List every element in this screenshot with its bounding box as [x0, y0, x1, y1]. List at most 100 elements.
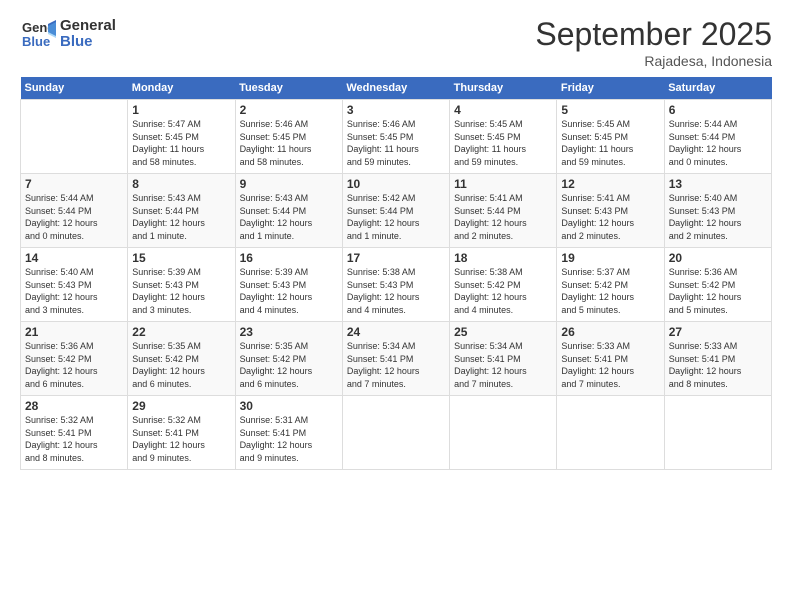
calendar-cell: [664, 396, 771, 470]
day-number: 11: [454, 177, 552, 191]
day-info: Sunrise: 5:46 AM Sunset: 5:45 PM Dayligh…: [240, 118, 338, 168]
week-row-4: 21Sunrise: 5:36 AM Sunset: 5:42 PM Dayli…: [21, 322, 772, 396]
col-header-monday: Monday: [128, 77, 235, 100]
day-info: Sunrise: 5:44 AM Sunset: 5:44 PM Dayligh…: [25, 192, 123, 242]
day-number: 17: [347, 251, 445, 265]
day-number: 19: [561, 251, 659, 265]
logo-line1: General: [60, 18, 116, 35]
calendar-cell: 22Sunrise: 5:35 AM Sunset: 5:42 PM Dayli…: [128, 322, 235, 396]
calendar-cell: 20Sunrise: 5:36 AM Sunset: 5:42 PM Dayli…: [664, 248, 771, 322]
day-number: 15: [132, 251, 230, 265]
day-number: 3: [347, 103, 445, 117]
month-title: September 2025: [535, 16, 772, 53]
day-number: 20: [669, 251, 767, 265]
day-number: 16: [240, 251, 338, 265]
day-info: Sunrise: 5:40 AM Sunset: 5:43 PM Dayligh…: [25, 266, 123, 316]
calendar-cell: 29Sunrise: 5:32 AM Sunset: 5:41 PM Dayli…: [128, 396, 235, 470]
logo-line2: Blue: [60, 34, 116, 51]
day-info: Sunrise: 5:34 AM Sunset: 5:41 PM Dayligh…: [454, 340, 552, 390]
calendar-cell: [557, 396, 664, 470]
col-header-thursday: Thursday: [450, 77, 557, 100]
calendar-cell: 5Sunrise: 5:45 AM Sunset: 5:45 PM Daylig…: [557, 100, 664, 174]
day-number: 8: [132, 177, 230, 191]
calendar-cell: 8Sunrise: 5:43 AM Sunset: 5:44 PM Daylig…: [128, 174, 235, 248]
col-header-tuesday: Tuesday: [235, 77, 342, 100]
day-number: 5: [561, 103, 659, 117]
calendar-table: SundayMondayTuesdayWednesdayThursdayFrid…: [20, 77, 772, 470]
col-header-saturday: Saturday: [664, 77, 771, 100]
day-info: Sunrise: 5:42 AM Sunset: 5:44 PM Dayligh…: [347, 192, 445, 242]
day-number: 29: [132, 399, 230, 413]
calendar-cell: 28Sunrise: 5:32 AM Sunset: 5:41 PM Dayli…: [21, 396, 128, 470]
calendar-cell: 11Sunrise: 5:41 AM Sunset: 5:44 PM Dayli…: [450, 174, 557, 248]
day-info: Sunrise: 5:40 AM Sunset: 5:43 PM Dayligh…: [669, 192, 767, 242]
day-info: Sunrise: 5:41 AM Sunset: 5:44 PM Dayligh…: [454, 192, 552, 242]
calendar-cell: 16Sunrise: 5:39 AM Sunset: 5:43 PM Dayli…: [235, 248, 342, 322]
calendar-cell: [21, 100, 128, 174]
logo-icon: General Blue: [20, 16, 56, 52]
week-row-2: 7Sunrise: 5:44 AM Sunset: 5:44 PM Daylig…: [21, 174, 772, 248]
calendar-cell: 14Sunrise: 5:40 AM Sunset: 5:43 PM Dayli…: [21, 248, 128, 322]
day-info: Sunrise: 5:46 AM Sunset: 5:45 PM Dayligh…: [347, 118, 445, 168]
col-header-friday: Friday: [557, 77, 664, 100]
day-info: Sunrise: 5:47 AM Sunset: 5:45 PM Dayligh…: [132, 118, 230, 168]
day-number: 1: [132, 103, 230, 117]
title-block: September 2025 Rajadesa, Indonesia: [535, 16, 772, 69]
calendar-cell: 21Sunrise: 5:36 AM Sunset: 5:42 PM Dayli…: [21, 322, 128, 396]
calendar-cell: 3Sunrise: 5:46 AM Sunset: 5:45 PM Daylig…: [342, 100, 449, 174]
day-number: 21: [25, 325, 123, 339]
day-info: Sunrise: 5:38 AM Sunset: 5:43 PM Dayligh…: [347, 266, 445, 316]
col-header-wednesday: Wednesday: [342, 77, 449, 100]
calendar-cell: 12Sunrise: 5:41 AM Sunset: 5:43 PM Dayli…: [557, 174, 664, 248]
subtitle: Rajadesa, Indonesia: [535, 53, 772, 69]
calendar-cell: 19Sunrise: 5:37 AM Sunset: 5:42 PM Dayli…: [557, 248, 664, 322]
day-info: Sunrise: 5:43 AM Sunset: 5:44 PM Dayligh…: [132, 192, 230, 242]
calendar-cell: 25Sunrise: 5:34 AM Sunset: 5:41 PM Dayli…: [450, 322, 557, 396]
calendar-cell: 6Sunrise: 5:44 AM Sunset: 5:44 PM Daylig…: [664, 100, 771, 174]
day-info: Sunrise: 5:41 AM Sunset: 5:43 PM Dayligh…: [561, 192, 659, 242]
day-number: 13: [669, 177, 767, 191]
day-number: 2: [240, 103, 338, 117]
col-header-sunday: Sunday: [21, 77, 128, 100]
calendar-cell: 7Sunrise: 5:44 AM Sunset: 5:44 PM Daylig…: [21, 174, 128, 248]
calendar-cell: 1Sunrise: 5:47 AM Sunset: 5:45 PM Daylig…: [128, 100, 235, 174]
svg-text:Blue: Blue: [22, 34, 50, 49]
day-number: 24: [347, 325, 445, 339]
day-info: Sunrise: 5:31 AM Sunset: 5:41 PM Dayligh…: [240, 414, 338, 464]
day-number: 28: [25, 399, 123, 413]
day-info: Sunrise: 5:36 AM Sunset: 5:42 PM Dayligh…: [25, 340, 123, 390]
day-info: Sunrise: 5:33 AM Sunset: 5:41 PM Dayligh…: [669, 340, 767, 390]
calendar-cell: 23Sunrise: 5:35 AM Sunset: 5:42 PM Dayli…: [235, 322, 342, 396]
day-number: 30: [240, 399, 338, 413]
calendar-cell: 10Sunrise: 5:42 AM Sunset: 5:44 PM Dayli…: [342, 174, 449, 248]
day-number: 7: [25, 177, 123, 191]
calendar-cell: 2Sunrise: 5:46 AM Sunset: 5:45 PM Daylig…: [235, 100, 342, 174]
calendar-cell: 18Sunrise: 5:38 AM Sunset: 5:42 PM Dayli…: [450, 248, 557, 322]
day-number: 22: [132, 325, 230, 339]
day-number: 10: [347, 177, 445, 191]
day-number: 4: [454, 103, 552, 117]
calendar-cell: [450, 396, 557, 470]
calendar-cell: 15Sunrise: 5:39 AM Sunset: 5:43 PM Dayli…: [128, 248, 235, 322]
day-number: 27: [669, 325, 767, 339]
calendar-cell: 13Sunrise: 5:40 AM Sunset: 5:43 PM Dayli…: [664, 174, 771, 248]
calendar-cell: 4Sunrise: 5:45 AM Sunset: 5:45 PM Daylig…: [450, 100, 557, 174]
calendar-cell: 30Sunrise: 5:31 AM Sunset: 5:41 PM Dayli…: [235, 396, 342, 470]
day-number: 26: [561, 325, 659, 339]
week-row-5: 28Sunrise: 5:32 AM Sunset: 5:41 PM Dayli…: [21, 396, 772, 470]
day-number: 14: [25, 251, 123, 265]
day-info: Sunrise: 5:37 AM Sunset: 5:42 PM Dayligh…: [561, 266, 659, 316]
calendar-page: General Blue General Blue September 2025…: [0, 0, 792, 612]
calendar-cell: 26Sunrise: 5:33 AM Sunset: 5:41 PM Dayli…: [557, 322, 664, 396]
calendar-cell: 9Sunrise: 5:43 AM Sunset: 5:44 PM Daylig…: [235, 174, 342, 248]
day-info: Sunrise: 5:44 AM Sunset: 5:44 PM Dayligh…: [669, 118, 767, 168]
day-info: Sunrise: 5:39 AM Sunset: 5:43 PM Dayligh…: [132, 266, 230, 316]
day-info: Sunrise: 5:36 AM Sunset: 5:42 PM Dayligh…: [669, 266, 767, 316]
day-number: 9: [240, 177, 338, 191]
week-row-1: 1Sunrise: 5:47 AM Sunset: 5:45 PM Daylig…: [21, 100, 772, 174]
calendar-cell: 17Sunrise: 5:38 AM Sunset: 5:43 PM Dayli…: [342, 248, 449, 322]
day-number: 25: [454, 325, 552, 339]
day-info: Sunrise: 5:38 AM Sunset: 5:42 PM Dayligh…: [454, 266, 552, 316]
day-info: Sunrise: 5:35 AM Sunset: 5:42 PM Dayligh…: [132, 340, 230, 390]
calendar-cell: [342, 396, 449, 470]
